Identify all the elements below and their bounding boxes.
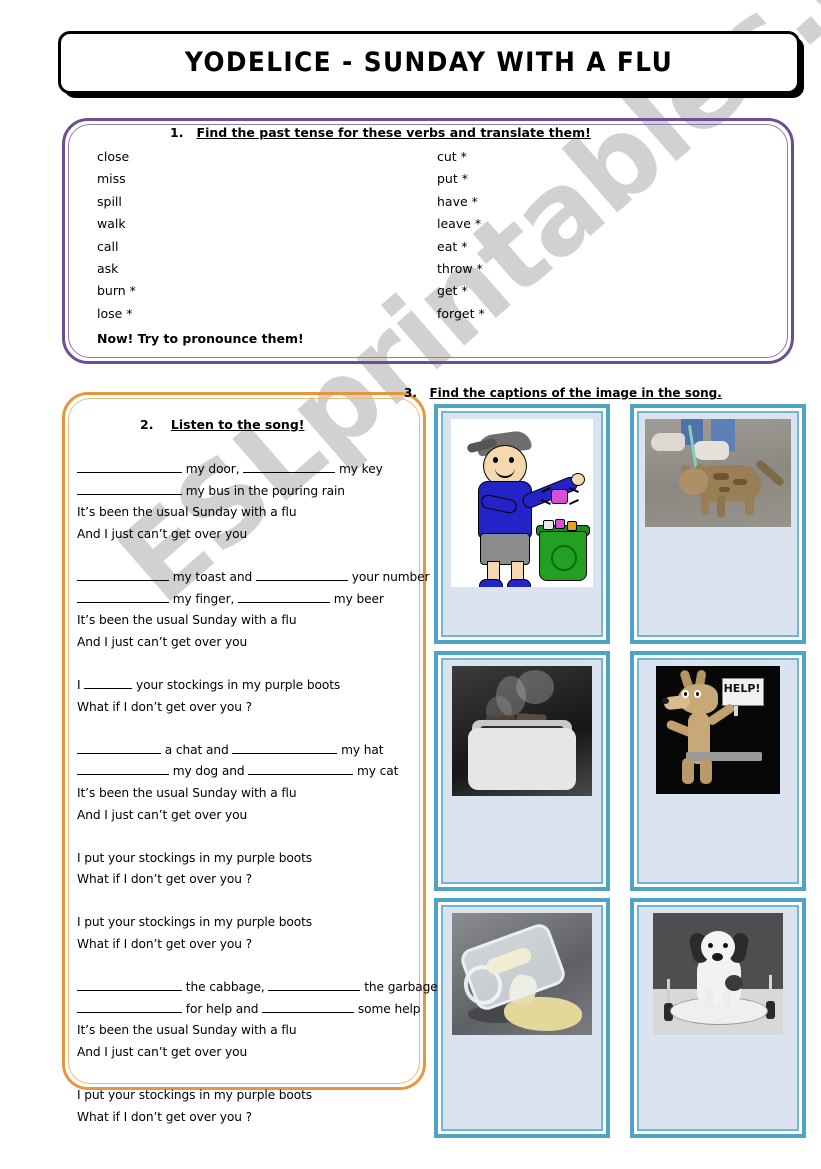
exercise-3-heading-text: Find the captions of the image in the so… xyxy=(429,386,722,400)
verb-item-left-1: miss xyxy=(97,171,126,187)
lyric-line: And I just can’t get over you xyxy=(77,634,248,649)
lyric-line: And I just can’t get over you xyxy=(77,807,248,822)
exercise-1-heading: 1. Find the past tense for these verbs a… xyxy=(170,125,591,140)
lyric-line: What if I don’t get over you ? xyxy=(77,872,253,887)
exercise-1-inner-border xyxy=(68,124,788,358)
image-cell-spilled-beer-mug[interactable] xyxy=(434,898,610,1138)
lyric-blank[interactable] xyxy=(77,590,169,603)
exercise-1-heading-text: Find the past tense for these verbs and … xyxy=(196,125,591,140)
verb-item-right-6: get * xyxy=(437,283,468,299)
lyric-line: my bus in the pouring rain xyxy=(77,481,412,503)
worksheet-title-box: YODELICE - SUNDAY WITH A FLU xyxy=(58,31,800,94)
lyric-blank[interactable] xyxy=(238,590,331,603)
image-row xyxy=(434,404,806,644)
lyric-spacer xyxy=(77,826,412,848)
lyric-line: And I just can’t get over you xyxy=(77,1045,248,1060)
verb-item-left-7: lose * xyxy=(97,305,133,321)
verb-item-left-3: walk xyxy=(97,216,126,232)
lyric-blank[interactable] xyxy=(268,978,361,992)
verb-item-right-5: throw * xyxy=(437,260,483,276)
verb-list-left: close miss spill walk call ask burn * lose * xyxy=(97,146,136,325)
lyric-blank[interactable] xyxy=(77,460,182,473)
verb-item-right-1: put * xyxy=(437,171,468,187)
lyric-line: a chat and my hat xyxy=(77,740,412,762)
lyric-blank[interactable] xyxy=(232,741,338,754)
lyric-line: my dog and my cat xyxy=(77,761,412,783)
help-sign-label: HELP! xyxy=(723,682,761,695)
exercise-3-number: 3. xyxy=(404,386,417,400)
verb-item-left-5: ask xyxy=(97,260,119,276)
lyric-blank[interactable] xyxy=(77,741,161,754)
boy-throwing-garbage-image xyxy=(451,419,593,587)
image-grid: HELP! xyxy=(434,404,806,1145)
lyric-line: I put your stockings in my purple boots xyxy=(77,850,313,865)
dog-on-plate-image xyxy=(653,913,783,1035)
image-row xyxy=(434,898,806,1138)
lyric-blank[interactable] xyxy=(77,1000,182,1013)
lyric-line: the cabbage, the garbage xyxy=(77,977,438,999)
coyote-help-sign-image: HELP! xyxy=(656,666,780,794)
exercise-1-panel xyxy=(62,118,794,364)
verb-item-left-4: call xyxy=(97,238,119,254)
exercise-1-footer: Now! Try to pronounce them! xyxy=(97,331,304,346)
verb-item-right-0: cut * xyxy=(437,149,467,164)
lyric-spacer xyxy=(77,891,412,913)
lyric-line: my toast and your number xyxy=(77,567,430,589)
verb-list-right: cut * put * have * leave * eat * throw * get *… xyxy=(437,146,485,325)
lyric-line: And I just can’t get over you xyxy=(77,526,248,541)
lyric-line: It’s been the usual Sunday with a flu xyxy=(77,1023,297,1038)
lyric-spacer xyxy=(77,1064,412,1086)
spilled-beer-mug-image xyxy=(452,913,592,1035)
cat-on-leash-image xyxy=(645,419,791,527)
exercise-2-heading: 2. Listen to the song! xyxy=(140,417,304,432)
lyric-line: It’s been the usual Sunday with a flu xyxy=(77,613,297,628)
exercise-3-heading: 3. Find the captions of the image in the… xyxy=(404,386,722,400)
lyric-blank[interactable] xyxy=(248,762,354,776)
lyric-line: my door, my key xyxy=(77,459,412,481)
lyric-blank[interactable] xyxy=(77,568,169,581)
exercise-2-number: 2. xyxy=(140,417,154,432)
image-cell-cat-on-leash[interactable] xyxy=(630,404,806,644)
image-cell-coyote-help-sign[interactable]: HELP! xyxy=(630,651,806,891)
lyric-spacer xyxy=(77,545,412,567)
lyric-line: my finger, my beer xyxy=(77,589,412,611)
lyric-spacer xyxy=(77,653,412,675)
image-cell-boy-throwing-garbage[interactable] xyxy=(434,404,610,644)
lyric-blank[interactable] xyxy=(262,1000,355,1013)
lyric-line: What if I don’t get over you ? xyxy=(77,1109,253,1124)
lyric-blank[interactable] xyxy=(84,676,133,689)
lyric-blank[interactable] xyxy=(243,460,336,473)
lyric-spacer xyxy=(77,956,412,978)
lyric-line: I your stockings in my purple boots xyxy=(77,676,341,692)
lyric-line: for help and some help xyxy=(77,999,421,1021)
lyric-line: I put your stockings in my purple boots xyxy=(77,915,313,930)
image-row: HELP! xyxy=(434,651,806,891)
lyric-line: It’s been the usual Sunday with a flu xyxy=(77,785,297,800)
verb-item-right-4: eat * xyxy=(437,238,468,254)
lyric-blank[interactable] xyxy=(255,568,348,581)
verb-item-left-6: burn * xyxy=(97,283,136,299)
verb-item-right-3: leave * xyxy=(437,216,482,232)
lyric-spacer xyxy=(77,718,412,740)
lyric-line: What if I don’t get over you ? xyxy=(77,937,253,952)
exercise-2-heading-text: Listen to the song! xyxy=(170,417,305,432)
lyric-line: I put your stockings in my purple boots xyxy=(77,1088,313,1103)
verb-item-left-0: close xyxy=(97,149,130,164)
lyric-blank[interactable] xyxy=(77,482,182,495)
lyric-blank[interactable] xyxy=(77,762,169,776)
exercise-1-number: 1. xyxy=(170,125,184,140)
page-title: YODELICE - SUNDAY WITH A FLU xyxy=(184,47,674,78)
verb-item-right-7: forget * xyxy=(437,305,485,321)
image-cell-dog-on-plate[interactable] xyxy=(630,898,806,1138)
image-cell-burnt-toast-toaster[interactable] xyxy=(434,651,610,891)
lyric-line: What if I don’t get over you ? xyxy=(77,699,253,714)
lyric-line: It’s been the usual Sunday with a flu xyxy=(77,505,297,520)
song-lyrics: my door, my key my bus in the pouring ra… xyxy=(77,459,438,1128)
verb-item-left-2: spill xyxy=(97,193,122,209)
lyric-blank[interactable] xyxy=(77,978,182,992)
burnt-toast-toaster-image xyxy=(452,666,592,796)
verb-item-right-2: have * xyxy=(437,193,478,209)
